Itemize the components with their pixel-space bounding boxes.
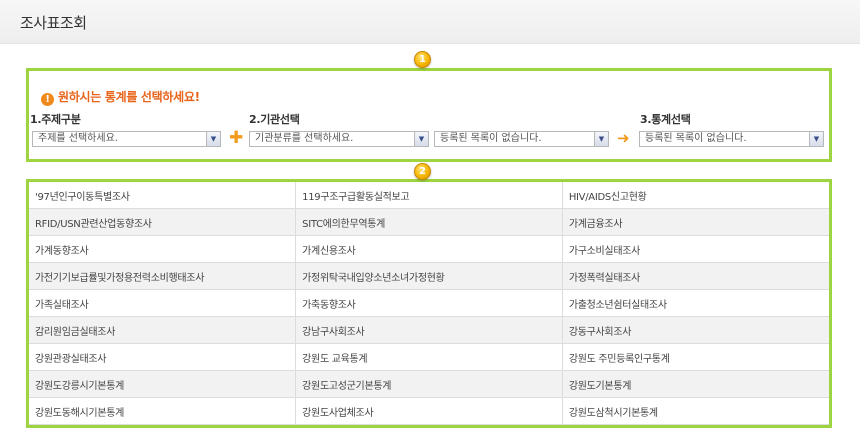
- survey-link[interactable]: 119구조구급활동실적보고: [295, 182, 563, 209]
- survey-link[interactable]: 가계신용조사: [295, 235, 563, 263]
- stat-list-select-value: 등록된 목록이 없습니다.: [645, 133, 747, 144]
- chevron-down-icon[interactable]: ▼: [809, 132, 823, 146]
- step-2-badge: 2: [414, 163, 431, 180]
- survey-link[interactable]: 가정위탁국내입양소년소녀가정현황: [295, 262, 563, 290]
- survey-link[interactable]: 강원도 교육통계: [295, 343, 563, 371]
- table-row: 강원관광실태조사 강원도 교육통계 강원도 주민등록인구통계: [29, 343, 829, 371]
- plus-icon: ✚: [229, 128, 244, 148]
- survey-link[interactable]: 가전기기보급률및가정용전력소비행태조사: [29, 262, 297, 290]
- stat-selector-panel: ! 원하시는 통계를 선택하세요! 1.주제구분 2.기관선택 3.통계선택 주제…: [26, 68, 832, 162]
- page-header: 조사표조회: [0, 0, 860, 44]
- agency-category-select[interactable]: 기관분류를 선택하세요. ▼: [249, 131, 429, 147]
- survey-table: '97년인구이동특별조사 119구조구급활동실적보고 HIV/AIDS신고현황 RFI…: [29, 182, 829, 425]
- survey-list-panel: '97년인구이동특별조사 119구조구급활동실적보고 HIV/AIDS신고현황 RFI…: [26, 179, 832, 428]
- stat-list-select[interactable]: 등록된 목록이 없습니다. ▼: [639, 131, 824, 147]
- step-label-agency: 2.기관선택: [249, 113, 300, 126]
- survey-link[interactable]: 가계금융조사: [562, 208, 829, 236]
- survey-link[interactable]: 강원도삼척시기본통계: [562, 397, 829, 425]
- table-row: 가족실태조사 가축동향조사 가출청소년쉼터실태조사: [29, 289, 829, 317]
- table-row: 가계동향조사 가계신용조사 가구소비실태조사: [29, 235, 829, 263]
- survey-link[interactable]: 강원관광실태조사: [29, 343, 297, 371]
- table-row: 가전기기보급률및가정용전력소비행태조사 가정위탁국내입양소년소녀가정현황 가정폭력실…: [29, 262, 829, 290]
- survey-link[interactable]: 가정폭력실태조사: [562, 262, 829, 290]
- survey-link[interactable]: 강원도 주민등록인구통계: [562, 343, 829, 371]
- table-row: RFID/USN관련산업동향조사 SITC에의한무역통계 가계금융조사: [29, 208, 829, 236]
- survey-link[interactable]: 강동구사회조사: [562, 316, 829, 344]
- agency-list-select[interactable]: 등록된 목록이 없습니다. ▼: [434, 131, 609, 147]
- survey-link[interactable]: 가계동향조사: [29, 235, 297, 263]
- selection-notice: ! 원하시는 통계를 선택하세요!: [41, 88, 200, 106]
- survey-link[interactable]: 강남구사회조사: [295, 316, 563, 344]
- arrow-right-icon: ➜: [617, 129, 630, 147]
- table-row: 강원도강릉시기본통계 강원도고성군기본통계 강원도기본통계: [29, 370, 829, 398]
- chevron-down-icon[interactable]: ▼: [594, 132, 608, 146]
- agency-category-select-value: 기관분류를 선택하세요.: [255, 133, 354, 144]
- survey-link[interactable]: SITC에의한무역통계: [295, 208, 563, 236]
- chevron-down-icon[interactable]: ▼: [206, 132, 220, 146]
- table-row: '97년인구이동특별조사 119구조구급활동실적보고 HIV/AIDS신고현황: [29, 182, 829, 209]
- survey-link[interactable]: 가족실태조사: [29, 289, 297, 317]
- topic-select[interactable]: 주제를 선택하세요. ▼: [32, 131, 221, 147]
- survey-link[interactable]: 강원도기본통계: [562, 370, 829, 398]
- table-row: 감리원임금실태조사 강남구사회조사 강동구사회조사: [29, 316, 829, 344]
- chevron-down-icon[interactable]: ▼: [414, 132, 428, 146]
- survey-link[interactable]: 강원도고성군기본통계: [295, 370, 563, 398]
- step-1-badge: 1: [414, 51, 431, 68]
- notice-text: 원하시는 통계를 선택하세요!: [58, 90, 200, 104]
- survey-link[interactable]: HIV/AIDS신고현황: [562, 182, 829, 209]
- survey-link[interactable]: 감리원임금실태조사: [29, 316, 297, 344]
- survey-link[interactable]: 가구소비실태조사: [562, 235, 829, 263]
- survey-link[interactable]: '97년인구이동특별조사: [29, 182, 297, 209]
- step-label-stat: 3.통계선택: [640, 113, 691, 126]
- step-label-topic: 1.주제구분: [30, 113, 81, 126]
- agency-list-select-value: 등록된 목록이 없습니다.: [440, 133, 542, 144]
- survey-link[interactable]: 강원도사업체조사: [295, 397, 563, 425]
- survey-link[interactable]: 가축동향조사: [295, 289, 563, 317]
- survey-link[interactable]: 강원도동해시기본통계: [29, 397, 297, 425]
- topic-select-value: 주제를 선택하세요.: [38, 133, 118, 144]
- survey-link[interactable]: 가출청소년쉼터실태조사: [562, 289, 829, 317]
- table-row: 강원도동해시기본통계 강원도사업체조사 강원도삼척시기본통계: [29, 397, 829, 425]
- survey-link[interactable]: 강원도강릉시기본통계: [29, 370, 297, 398]
- survey-link[interactable]: RFID/USN관련산업동향조사: [29, 208, 297, 236]
- exclamation-icon: !: [41, 93, 54, 106]
- page-title: 조사표조회: [20, 14, 87, 32]
